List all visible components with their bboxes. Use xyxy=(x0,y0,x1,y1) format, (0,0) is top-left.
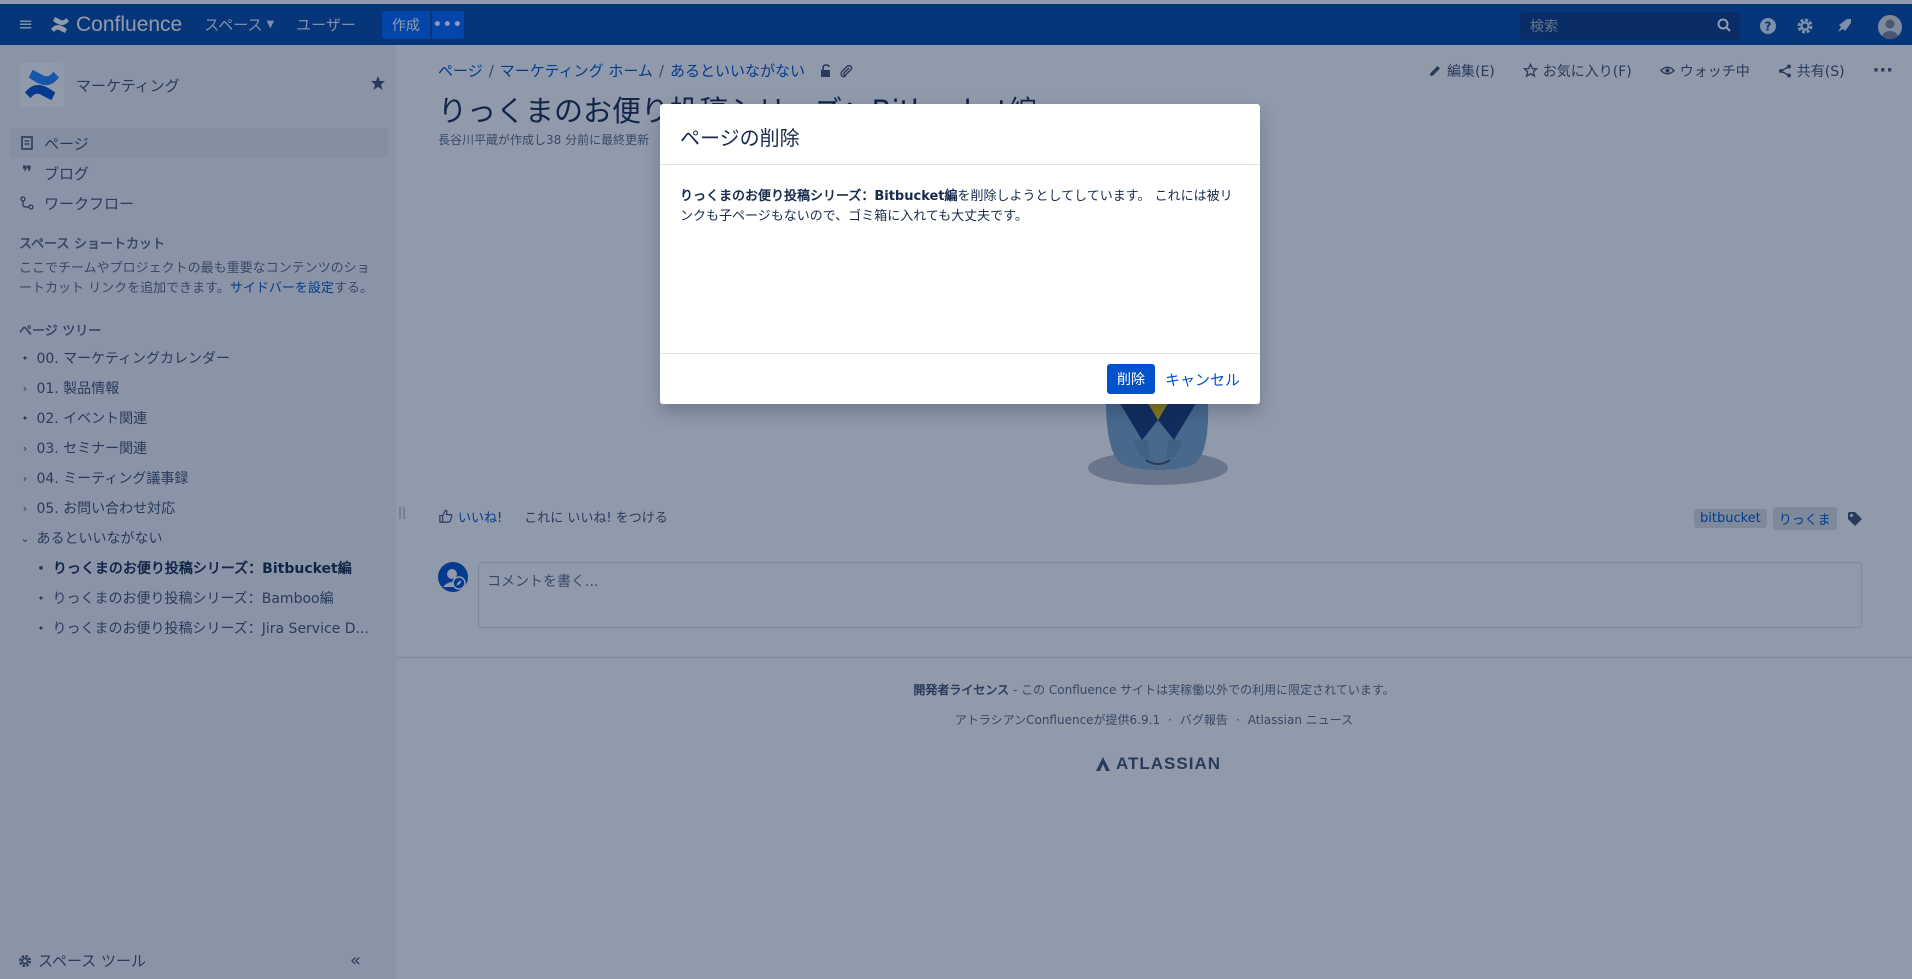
dialog-body: りっくまのお便り投稿シリーズ：Bitbucket編を削除しようとしてしています。… xyxy=(660,165,1260,353)
delete-button[interactable]: 削除 xyxy=(1106,364,1155,394)
dialog-page-name: りっくまのお便り投稿シリーズ：Bitbucket編 xyxy=(680,189,958,204)
cancel-button[interactable]: キャンセル xyxy=(1165,369,1240,390)
dialog-title: ページの削除 xyxy=(660,104,1260,165)
delete-page-dialog: ページの削除 りっくまのお便り投稿シリーズ：Bitbucket編を削除しようとし… xyxy=(660,104,1260,404)
dialog-footer: 削除 キャンセル xyxy=(660,353,1260,404)
